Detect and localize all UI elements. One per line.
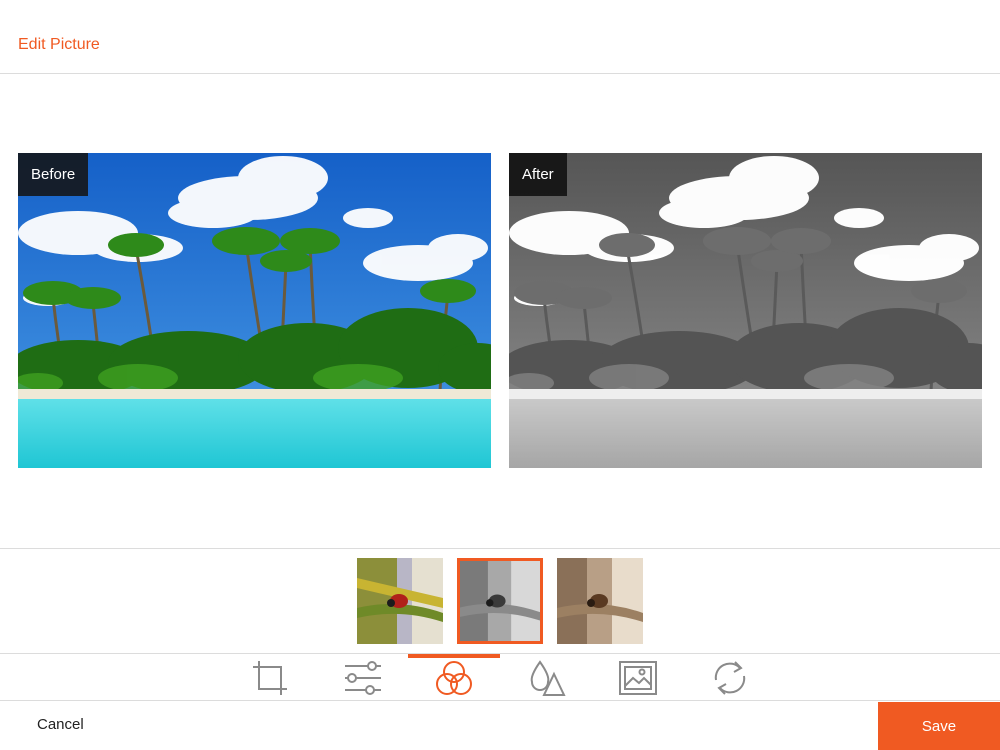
edit-picture-screen: Edit Picture Before After Cancel Save — [0, 0, 1000, 750]
beach-image-grayscale — [509, 153, 982, 468]
crop-icon — [253, 660, 287, 695]
rotate-icon — [714, 660, 746, 695]
adjust-sliders-icon — [345, 660, 381, 695]
filter-thumb-mono[interactable] — [457, 558, 543, 644]
ladybug-thumbnail-mono — [460, 561, 540, 641]
ladybug-thumbnail-sepia — [557, 558, 643, 644]
before-label: Before — [18, 153, 89, 196]
beach-image — [18, 153, 491, 468]
filters-tool[interactable] — [408, 654, 500, 701]
edit-toolbar — [0, 654, 1000, 701]
filter-strip — [0, 548, 1000, 654]
save-button[interactable]: Save — [878, 702, 1000, 750]
color-tool[interactable] — [500, 654, 592, 701]
color-drops-icon — [530, 659, 566, 696]
cancel-button[interactable]: Cancel — [37, 716, 84, 733]
filters-icon — [436, 660, 472, 695]
before-preview: Before — [18, 153, 491, 468]
header: Edit Picture — [0, 0, 1000, 74]
page-title: Edit Picture — [18, 36, 100, 53]
adjust-tool[interactable] — [316, 654, 408, 701]
image-frame-icon — [619, 660, 657, 695]
ladybug-thumbnail — [357, 558, 443, 644]
frame-tool[interactable] — [592, 654, 684, 701]
footer: Cancel Save — [0, 702, 1000, 750]
after-label: After — [509, 153, 567, 196]
filter-thumb-original[interactable] — [357, 558, 443, 644]
rotate-tool[interactable] — [684, 654, 776, 701]
crop-tool[interactable] — [224, 654, 316, 701]
filter-thumb-sepia[interactable] — [557, 558, 643, 644]
after-preview: After — [509, 153, 982, 468]
